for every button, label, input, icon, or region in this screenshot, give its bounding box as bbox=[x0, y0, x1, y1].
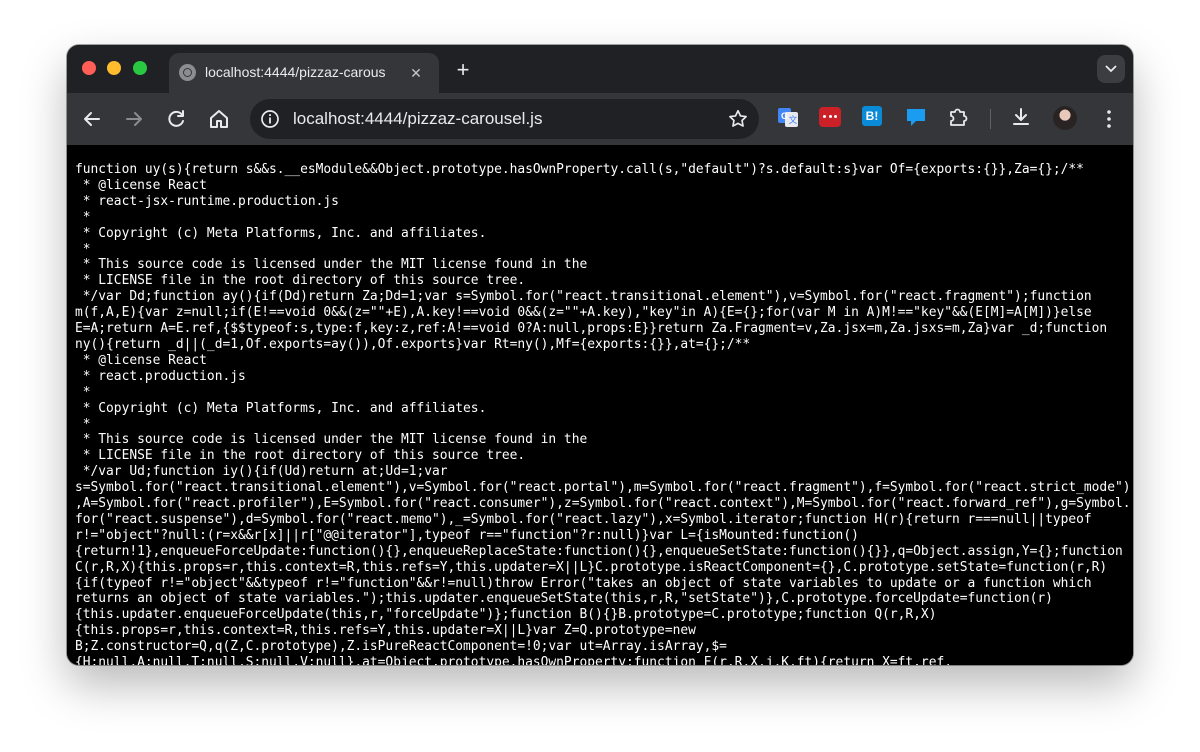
source-line: B;Z.constructor=Q,q(Z,C.prototype),Z.isP… bbox=[75, 639, 727, 655]
source-line: C(r,R,X){this.props=r,this.context=R,thi… bbox=[75, 559, 1108, 575]
back-button[interactable] bbox=[80, 107, 104, 131]
chat-extension-icon[interactable] bbox=[904, 105, 928, 129]
globe-icon bbox=[179, 64, 196, 81]
source-line: E=A;return A=E.ref,{$$typeof:s,type:f,ke… bbox=[75, 321, 1108, 337]
tab-title: localhost:4444/pizzaz-carous bbox=[205, 64, 386, 80]
browser-window: localhost:4444/pizzaz-carous ✕ + localho… bbox=[67, 45, 1133, 665]
back-arrow-icon bbox=[84, 112, 100, 126]
source-line: */var Ud;function iy(){if(Ud)return at;U… bbox=[75, 464, 448, 480]
source-line: * bbox=[75, 241, 91, 257]
source-line: m(f,A,E){var z=null;if(E!==void 0&&(z=""… bbox=[75, 305, 1092, 321]
extensions-puzzle-icon[interactable] bbox=[946, 105, 970, 129]
hatena-bookmark-extension-icon[interactable]: B! bbox=[862, 106, 882, 126]
source-line: * This source code is licensed under the… bbox=[75, 257, 588, 273]
profile-avatar[interactable] bbox=[1053, 106, 1077, 130]
source-line: */var Dd;function ay(){if(Dd)return Za;D… bbox=[75, 289, 1092, 305]
forward-button[interactable] bbox=[122, 107, 146, 131]
home-button[interactable] bbox=[207, 107, 231, 131]
source-line: * bbox=[75, 416, 91, 432]
source-line: * @license React bbox=[75, 177, 207, 193]
active-tab[interactable]: localhost:4444/pizzaz-carous ✕ bbox=[169, 53, 439, 93]
source-line: {return!1},enqueueForceUpdate:function()… bbox=[75, 543, 1123, 559]
source-line: returns an object of state variables.");… bbox=[75, 591, 1053, 607]
source-line: s=Symbol.for("react.transitional.element… bbox=[75, 480, 1131, 496]
source-code-view: function uy(s){return s&&s.__esModule&&O… bbox=[75, 162, 1130, 665]
source-line: function uy(s){return s&&s.__esModule&&O… bbox=[75, 162, 1084, 177]
translate-extension-icon[interactable]: G 文 bbox=[776, 105, 800, 129]
bookmark-star-icon[interactable] bbox=[727, 108, 749, 130]
more-options-icon[interactable] bbox=[1097, 107, 1121, 131]
source-line: * This source code is licensed under the… bbox=[75, 432, 588, 448]
source-line: for("react.suspense"),d=Symbol.for("reac… bbox=[75, 511, 1092, 527]
source-line: * bbox=[75, 384, 91, 400]
lastpass-extension-icon[interactable] bbox=[819, 107, 841, 127]
forward-arrow-icon bbox=[126, 112, 142, 126]
reload-icon bbox=[168, 110, 184, 127]
download-icon[interactable] bbox=[1009, 105, 1033, 129]
source-line: r!="object"?null:(r=x&&r[x]||r["@@iterat… bbox=[75, 527, 859, 543]
new-tab-button[interactable]: + bbox=[449, 57, 477, 85]
source-line: * react-jsx-runtime.production.js bbox=[75, 193, 339, 209]
chevron-down-icon bbox=[1105, 65, 1117, 73]
home-icon bbox=[210, 110, 228, 128]
address-bar[interactable]: localhost:4444/pizzaz-carousel.js bbox=[250, 99, 759, 139]
svg-text:文: 文 bbox=[789, 114, 798, 125]
source-line: {if(typeof r!="object"&&typeof r!="funct… bbox=[75, 575, 1092, 591]
tab-close-icon[interactable]: ✕ bbox=[405, 62, 427, 84]
source-line: * Copyright (c) Meta Platforms, Inc. and… bbox=[75, 400, 487, 416]
window-minimize-button[interactable] bbox=[107, 61, 121, 75]
reload-button[interactable] bbox=[164, 107, 188, 131]
source-line: {this.props=r,this.context=R,this.refs=Y… bbox=[75, 623, 696, 639]
site-info-icon[interactable] bbox=[260, 109, 280, 129]
source-line: * react.production.js bbox=[75, 368, 246, 384]
source-line: {H:null,A:null,T:null,S:null,V:null},at=… bbox=[75, 655, 952, 665]
toolbar-divider bbox=[990, 109, 991, 129]
window-close-button[interactable] bbox=[82, 61, 96, 75]
source-line: ,A=Symbol.for("react.profiler"),E=Symbol… bbox=[75, 496, 1131, 512]
source-line: ny(){return _d||(_d=1,Of.exports=ay()),O… bbox=[75, 336, 751, 352]
source-line: * LICENSE file in the root directory of … bbox=[75, 273, 526, 289]
source-line: * bbox=[75, 209, 91, 225]
browser-toolbar: localhost:4444/pizzaz-carousel.js G 文 B! bbox=[67, 93, 1133, 145]
source-line: {this.updater.enqueueForceUpdate(this,r,… bbox=[75, 607, 937, 623]
source-line: * @license React bbox=[75, 352, 207, 368]
url-text[interactable]: localhost:4444/pizzaz-carousel.js bbox=[293, 109, 542, 129]
svg-text:G: G bbox=[781, 111, 788, 121]
page-content: function uy(s){return s&&s.__esModule&&O… bbox=[67, 145, 1133, 665]
tab-search-button[interactable] bbox=[1097, 55, 1125, 83]
window-maximize-button[interactable] bbox=[133, 61, 147, 75]
tab-strip: localhost:4444/pizzaz-carous ✕ + bbox=[67, 45, 1133, 93]
source-line: * LICENSE file in the root directory of … bbox=[75, 448, 526, 464]
source-line: * Copyright (c) Meta Platforms, Inc. and… bbox=[75, 225, 487, 241]
